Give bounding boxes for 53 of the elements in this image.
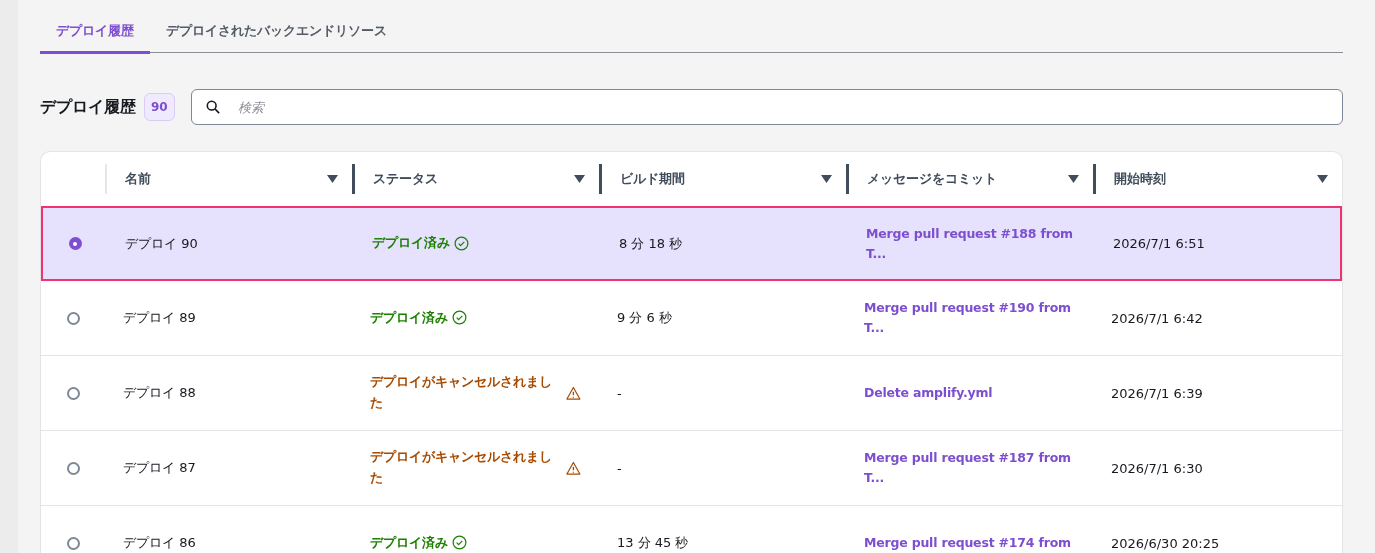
start-time: 2026/7/1 6:51 xyxy=(1113,236,1205,251)
sort-caret-icon[interactable] xyxy=(1317,175,1328,183)
build-duration: - xyxy=(617,385,622,401)
build-duration: 8 分 18 秒 xyxy=(619,234,683,253)
build-duration: - xyxy=(617,460,622,476)
status-text: デプロイがキャンセルされました xyxy=(370,373,553,412)
column-header[interactable]: ステータス xyxy=(373,170,438,188)
start-time: 2026/7/1 6:39 xyxy=(1111,385,1203,401)
search-input[interactable]: 検索 xyxy=(235,98,1328,116)
radio-button[interactable] xyxy=(68,237,82,250)
column-header[interactable]: ビルド期間 xyxy=(620,170,685,188)
radio-button[interactable] xyxy=(66,536,80,550)
deploy-name: デプロイ 89 xyxy=(123,309,196,327)
column-header[interactable]: 名前 xyxy=(125,170,151,188)
column-header[interactable]: 開始時刻 xyxy=(1114,170,1166,188)
start-time: 2026/7/1 6:42 xyxy=(1111,310,1203,326)
section-title: デプロイ履歴 xyxy=(40,96,136,118)
commit-message-link[interactable]: Delete amplify.yml xyxy=(864,383,993,403)
deploy-name: デプロイ 88 xyxy=(123,384,196,402)
commit-message-link[interactable]: Merge pull request #187 from T... xyxy=(864,448,1075,488)
search-field[interactable]: 検索 xyxy=(190,89,1343,125)
check-circle-icon xyxy=(452,310,467,326)
sort-caret-icon[interactable] xyxy=(821,175,832,183)
check-circle-icon xyxy=(452,535,467,551)
start-time: 2026/6/30 20:25 xyxy=(1111,535,1220,551)
status-text: デプロイ済み xyxy=(370,533,448,552)
warning-icon xyxy=(566,385,581,401)
commit-message-link[interactable]: Merge pull request #174 from xyxy=(864,533,1071,553)
sort-caret-icon[interactable] xyxy=(1068,175,1079,183)
radio-button[interactable] xyxy=(66,461,80,475)
commit-message-link[interactable]: Merge pull request #188 from T... xyxy=(866,223,1077,264)
radio-button[interactable] xyxy=(66,311,80,325)
check-circle-icon xyxy=(454,236,469,251)
radio-button[interactable] xyxy=(66,386,80,400)
warning-icon xyxy=(566,460,581,476)
sort-caret-icon[interactable] xyxy=(574,175,585,183)
deploy-name: デプロイ 90 xyxy=(125,234,198,253)
count-badge: 90 xyxy=(144,93,175,121)
column-header[interactable]: メッセージをコミット xyxy=(867,170,997,188)
sort-caret-icon[interactable] xyxy=(327,175,338,183)
table-row[interactable]: デプロイ 90 デプロイ済み 8 分 18 秒 Merge pull request #188 from T... 2026/7/1 6:51 xyxy=(41,206,1342,281)
build-duration: 9 分 6 秒 xyxy=(617,309,672,327)
status-text: デプロイ済み xyxy=(370,308,448,327)
tab[interactable]: デプロイされたバックエンドリソース xyxy=(150,14,403,54)
search-icon xyxy=(205,100,220,114)
status-text: デプロイ済み xyxy=(372,234,450,253)
status-text: デプロイがキャンセルされました xyxy=(370,448,553,487)
deploy-name: デプロイ 86 xyxy=(123,534,196,552)
build-duration: 13 分 45 秒 xyxy=(617,534,689,552)
commit-message-link[interactable]: Merge pull request #190 from T... xyxy=(864,298,1075,338)
tab[interactable]: デプロイ履歴 xyxy=(40,14,150,54)
deploy-name: デプロイ 87 xyxy=(123,459,196,477)
start-time: 2026/7/1 6:30 xyxy=(1111,460,1203,476)
